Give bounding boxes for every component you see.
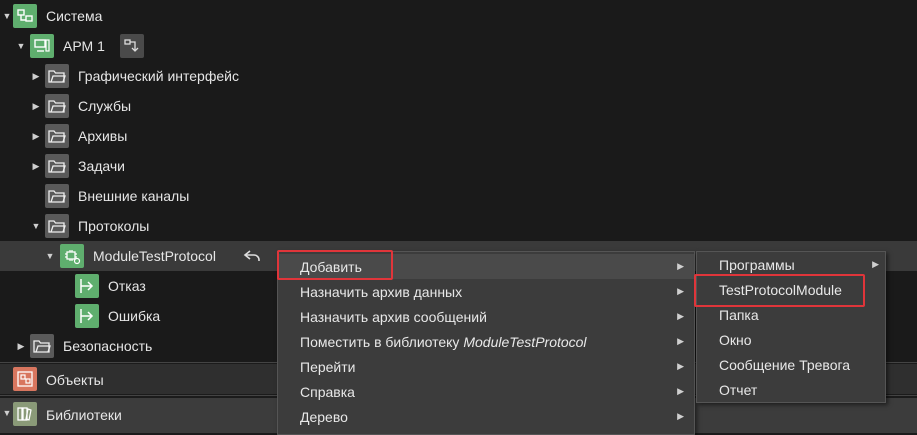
submenu-item-test-protocol-module[interactable]: TestProtocolModule: [697, 277, 885, 302]
menu-item-label: TestProtocolModule: [719, 281, 842, 298]
folder-icon: [45, 64, 69, 88]
submenu-item-report[interactable]: Отчет: [697, 377, 885, 402]
tree-node-tasks[interactable]: ▶ Задачи: [0, 151, 917, 181]
submenu-item-alarm-message[interactable]: Сообщение Тревога: [697, 352, 885, 377]
menu-item-add[interactable]: Добавить ▶: [278, 254, 694, 279]
menu-item-label: Дерево: [300, 408, 348, 425]
menu-item-label: Назначить архив данных: [300, 283, 463, 300]
menu-item-place-in-library[interactable]: Поместить в библиотеку ModuleTestProtoco…: [278, 329, 694, 354]
expand-arrow-icon[interactable]: ▼: [2, 408, 12, 418]
collapse-arrow-icon[interactable]: ▶: [31, 131, 41, 141]
collapse-arrow-icon[interactable]: ▶: [31, 161, 41, 171]
tree-label: АРМ 1: [63, 38, 105, 54]
menu-item-label: Сообщение Тревога: [719, 356, 851, 373]
menu-item-label: Программы: [719, 256, 795, 273]
folder-icon: [45, 124, 69, 148]
expand-arrow-icon[interactable]: ▼: [31, 221, 41, 231]
menu-item-text: Поместить в библиотеку: [300, 333, 464, 350]
submenu-arrow-icon: ▶: [677, 286, 684, 296]
tree-label: Архивы: [78, 128, 128, 144]
menu-item-label: Добавить: [300, 258, 362, 275]
submenu-arrow-icon: ▶: [677, 411, 684, 421]
protocol-module-icon: [60, 244, 84, 268]
collapse-arrow-icon[interactable]: ▶: [31, 101, 41, 111]
tree-node-archives[interactable]: ▶ Архивы: [0, 121, 917, 151]
menu-item-label: Отчет: [719, 381, 758, 398]
folder-icon: [45, 94, 69, 118]
menu-item-label: Поместить в библиотеку ModuleTestProtoco…: [300, 334, 587, 350]
submenu-arrow-icon: ▶: [677, 336, 684, 346]
submenu-add: Программы ▶ TestProtocolModule Папка Окн…: [696, 251, 886, 403]
tree-node-external-channels[interactable]: Внешние каналы: [0, 181, 917, 211]
library-icon: [13, 402, 37, 426]
system-icon: [13, 4, 37, 28]
folder-icon: [30, 334, 54, 358]
menu-item-tree[interactable]: Дерево ▶: [278, 404, 694, 429]
submenu-arrow-icon: ▶: [677, 311, 684, 321]
menu-item-goto[interactable]: Перейти ▶: [278, 354, 694, 379]
panel-label: Библиотеки: [46, 407, 122, 423]
tree-label: Система: [46, 8, 103, 24]
collapse-arrow-icon[interactable]: ▶: [31, 71, 41, 81]
folder-icon: [45, 154, 69, 178]
tree-label: Внешние каналы: [78, 188, 190, 204]
submenu-item-programs[interactable]: Программы ▶: [697, 252, 885, 277]
tree-label: Графический интерфейс: [78, 68, 239, 84]
menu-item-target: ModuleTestProtocol: [463, 333, 587, 350]
tree-label: Ошибка: [108, 308, 161, 324]
menu-item-label: Перейти: [300, 358, 356, 375]
context-menu: Добавить ▶ Назначить архив данных ▶ Назн…: [277, 251, 695, 435]
tree-label: Отказ: [108, 278, 146, 294]
signal-icon: [75, 304, 99, 328]
tree-label: ModuleTestProtocol: [93, 248, 216, 264]
menu-item-help[interactable]: Справка ▶: [278, 379, 694, 404]
tree-node-arm[interactable]: ▼ АРМ 1: [0, 31, 917, 61]
collapse-arrow-icon[interactable]: ▶: [16, 341, 26, 351]
tree-node-protocols[interactable]: ▼ Протоколы: [0, 211, 917, 241]
folder-icon: [45, 184, 69, 208]
menu-item-label: Назначить архив сообщений: [300, 308, 487, 325]
tree-label: Задачи: [78, 158, 126, 174]
menu-item-label: Окно: [719, 331, 752, 348]
tree-label: Службы: [78, 98, 132, 114]
tree-node-gui[interactable]: ▶ Графический интерфейс: [0, 61, 917, 91]
submenu-item-window[interactable]: Окно: [697, 327, 885, 352]
panel-label: Объекты: [46, 372, 104, 388]
tree-label: Безопасность: [63, 338, 153, 354]
submenu-arrow-icon: ▶: [677, 386, 684, 396]
submenu-arrow-icon: ▶: [872, 259, 879, 269]
tree-node-services[interactable]: ▶ Службы: [0, 91, 917, 121]
menu-item-assign-message-archive[interactable]: Назначить архив сообщений ▶: [278, 304, 694, 329]
submenu-arrow-icon: ▶: [677, 261, 684, 271]
expand-arrow-icon[interactable]: ▼: [2, 11, 12, 21]
tree-label: Протоколы: [78, 218, 150, 234]
workstation-icon: [30, 34, 54, 58]
tree-node-system[interactable]: ▼ Система: [0, 1, 917, 31]
submenu-item-folder[interactable]: Папка: [697, 302, 885, 327]
signal-icon: [75, 274, 99, 298]
menu-item-label: Справка: [300, 383, 355, 400]
objects-icon: [13, 367, 37, 391]
menu-item-label: Папка: [719, 306, 759, 323]
submenu-arrow-icon: ▶: [677, 361, 684, 371]
undo-icon[interactable]: [240, 244, 264, 268]
menu-item-assign-data-archive[interactable]: Назначить архив данных ▶: [278, 279, 694, 304]
deploy-button[interactable]: [120, 34, 144, 58]
expand-arrow-icon[interactable]: ▼: [45, 251, 55, 261]
folder-icon: [45, 214, 69, 238]
expand-arrow-icon[interactable]: ▼: [16, 41, 26, 51]
